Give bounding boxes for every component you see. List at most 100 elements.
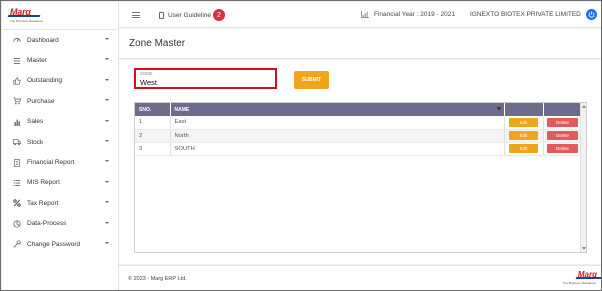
delete-button[interactable]: Delete	[547, 131, 578, 140]
table-row[interactable]: 3 SOUTH Edit Delete	[135, 142, 583, 156]
mobile-icon	[159, 11, 164, 19]
thumbs-up-icon	[12, 76, 22, 86]
chevron-down-icon	[105, 221, 109, 224]
sidebar-item-label: Stock	[27, 138, 44, 146]
zone-table: SNO. NAME 1 East Edit Delete 2 North Edi…	[134, 102, 587, 253]
table-row[interactable]: 1 East Edit Delete	[135, 116, 583, 130]
financial-year-label: Financial Year : 2019 - 2021	[374, 11, 455, 18]
chevron-down-icon	[105, 201, 109, 204]
sidebar-item-financial-report[interactable]: Financial Report	[2, 152, 118, 172]
sidebar-item-label: Dashboard	[27, 36, 59, 44]
list-icon	[12, 56, 22, 66]
list-icon	[12, 178, 22, 188]
column-header-sno[interactable]: SNO.	[135, 103, 171, 116]
power-icon[interactable]	[586, 9, 597, 20]
page-header: Zone Master	[119, 29, 601, 59]
cell-name: East	[170, 116, 505, 130]
chevron-down-icon	[105, 78, 109, 81]
edit-button[interactable]: Edit	[509, 117, 538, 127]
page-title: Zone Master	[129, 38, 186, 49]
sidebar-item-label: Change Password	[27, 240, 81, 248]
cell-name: North	[170, 129, 505, 143]
cell-name: SOUTH	[170, 142, 505, 156]
cell-delete: Delete	[543, 129, 583, 143]
cell-edit: Edit	[504, 129, 544, 143]
filter-icon[interactable]	[496, 107, 501, 111]
sidebar: Marg The Business Residence Dashboard Ma…	[2, 2, 119, 290]
company-name: IGNEXTO BIOTEX PRIVATE LIMITED	[470, 11, 581, 18]
sidebar-item-label: Purchase	[27, 97, 55, 105]
sidebar-item-data-process[interactable]: Data-Process	[2, 214, 118, 234]
cell-delete: Delete	[543, 142, 583, 156]
column-header-name[interactable]: NAME	[170, 103, 505, 116]
notification-badge[interactable]: 2	[213, 9, 225, 21]
column-header-delete	[543, 103, 583, 116]
table-row[interactable]: 2 North Edit Delete	[135, 129, 583, 143]
zone-label: ZONE	[140, 71, 153, 76]
sidebar-item-label: Master	[27, 57, 47, 65]
sidebar-item-label: MIS Report	[27, 179, 60, 187]
sidebar-item-master[interactable]: Master	[2, 50, 118, 70]
sidebar-item-label: Data-Process	[27, 220, 67, 228]
logo-tagline: The Business Residence	[10, 19, 44, 23]
logo[interactable]: Marg The Business Residence	[2, 2, 118, 30]
sidebar-item-outstanding[interactable]: Outstanding	[2, 71, 118, 91]
sidebar-item-label: Outstanding	[27, 77, 63, 85]
cart-icon	[12, 96, 22, 106]
financial-year: Financial Year : 2019 - 2021	[361, 11, 455, 18]
delete-button[interactable]: Delete	[547, 144, 578, 153]
user-guideline-label: User Guideline	[168, 11, 211, 19]
document-icon	[12, 158, 22, 168]
menu-icon[interactable]	[132, 12, 140, 18]
sidebar-item-mis-report[interactable]: MIS Report	[2, 173, 118, 193]
user-guideline-link[interactable]: User Guideline 2	[159, 9, 225, 21]
copyright: © 2023 - Marg ERP Ltd.	[128, 276, 187, 282]
vertical-scrollbar[interactable]	[580, 103, 586, 252]
footer: © 2023 - Marg ERP Ltd. Marg The Business…	[119, 265, 601, 290]
column-header-edit	[504, 103, 544, 116]
chevron-down-icon	[105, 241, 109, 244]
delete-button[interactable]: Delete	[547, 117, 578, 127]
submit-button[interactable]: SUBMIT	[294, 71, 329, 89]
chevron-down-icon	[105, 99, 109, 102]
scroll-down-icon[interactable]	[582, 247, 586, 250]
bar-chart-icon	[361, 11, 369, 18]
scroll-up-icon[interactable]	[582, 105, 586, 108]
main-content: ZONE SUBMIT SNO. NAME	[119, 60, 601, 264]
app-window: Marg The Business Residence Dashboard Ma…	[0, 0, 602, 291]
sidebar-item-label: Sales	[27, 118, 44, 126]
edit-button[interactable]: Edit	[509, 131, 538, 140]
chevron-down-icon	[105, 119, 109, 122]
sidebar-item-dashboard[interactable]: Dashboard	[2, 30, 118, 50]
sidebar-item-label: Financial Report	[27, 159, 75, 167]
sidebar-item-label: Tax Report	[27, 199, 59, 207]
footer-logo: Marg	[577, 270, 597, 279]
cell-edit: Edit	[504, 142, 544, 156]
logo-text: Marg	[10, 7, 31, 17]
topbar: User Guideline 2 Financial Year : 2019 -…	[119, 2, 601, 28]
sidebar-item-tax-report[interactable]: Tax Report	[2, 193, 118, 213]
chevron-down-icon	[105, 38, 109, 40]
zone-input[interactable]	[140, 77, 270, 87]
cell-sno: 3	[135, 142, 171, 156]
cell-delete: Delete	[543, 116, 583, 130]
table-header-row: SNO. NAME	[135, 103, 583, 116]
sidebar-item-sales[interactable]: Sales	[2, 112, 118, 132]
bar-chart-icon	[12, 117, 22, 127]
chevron-down-icon	[105, 58, 109, 61]
cell-edit: Edit	[504, 116, 544, 130]
truck-icon	[12, 137, 22, 147]
sidebar-item-stock[interactable]: Stock	[2, 132, 118, 152]
sidebar-item-purchase[interactable]: Purchase	[2, 91, 118, 111]
dashboard-icon	[12, 35, 22, 45]
key-icon	[12, 239, 22, 249]
chevron-down-icon	[105, 180, 109, 183]
percent-icon	[12, 198, 22, 208]
chevron-down-icon	[105, 139, 109, 142]
sidebar-item-change-password[interactable]: Change Password	[2, 234, 118, 254]
cell-sno: 2	[135, 129, 171, 143]
sidebar-nav: Dashboard Master Outstanding Purchase Sa	[2, 30, 118, 254]
zone-field[interactable]: ZONE	[134, 68, 277, 89]
edit-button[interactable]: Edit	[509, 144, 538, 153]
footer-tagline: The Business Residence	[562, 281, 596, 285]
